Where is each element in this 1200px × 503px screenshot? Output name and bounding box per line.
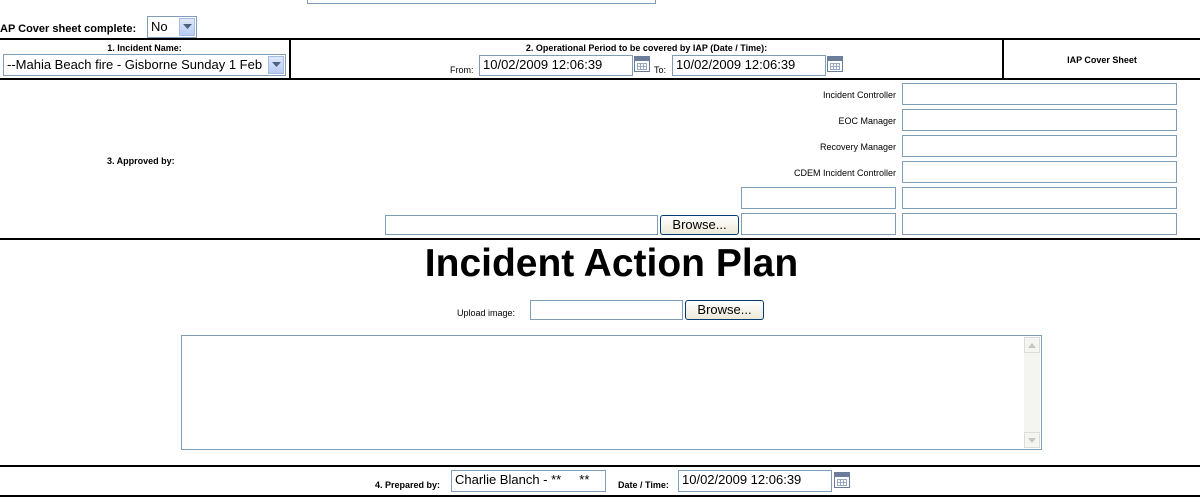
signature-browse-button[interactable]: Browse...	[660, 215, 739, 235]
incident-name-select[interactable]: --Mahia Beach fire - Gisborne Sunday 1 F…	[3, 54, 286, 76]
prepared-datetime-input[interactable]: 10/02/2009 12:06:39	[678, 470, 832, 492]
approved-by-label: 3. Approved by:	[107, 156, 175, 166]
datetime-label: Date / Time:	[618, 480, 669, 490]
plan-title: Incident Action Plan	[424, 242, 799, 285]
prepared-by-input[interactable]: Charlie Blanch - ** **	[451, 470, 606, 492]
chevron-down-icon	[268, 56, 284, 74]
from-datetime-input[interactable]: 10/02/2009 12:06:39	[479, 55, 633, 76]
extra-role-input-2[interactable]	[741, 213, 896, 235]
role-cdem-incident-controller: CDEM Incident Controller	[793, 168, 896, 178]
header-top-rule	[0, 38, 1200, 40]
upload-image-input[interactable]	[530, 300, 683, 320]
to-label: To:	[654, 65, 667, 75]
calendar-icon[interactable]	[827, 56, 843, 72]
upload-image-label: Upload image:	[457, 308, 516, 318]
incident-name-label: 1. Incident Name:	[107, 43, 182, 53]
cdem-incident-controller-input[interactable]	[902, 161, 1177, 183]
signature-file-input[interactable]	[385, 215, 658, 235]
from-label: From:	[450, 65, 474, 75]
chevron-down-icon	[179, 18, 195, 36]
scroll-up-icon[interactable]	[1024, 337, 1040, 353]
cover-complete-value: No	[151, 19, 168, 34]
plan-textarea-scrollbar[interactable]	[1024, 337, 1040, 448]
approved-bottom-rule	[0, 238, 1200, 240]
recovery-manager-input[interactable]	[902, 135, 1177, 157]
top-clipped-field[interactable]	[307, 0, 656, 4]
header-bottom-rule	[0, 78, 1200, 80]
extra-name-input-2[interactable]	[902, 213, 1177, 235]
role-eoc-manager: EOC Manager	[838, 116, 896, 126]
plan-textarea[interactable]	[181, 335, 1042, 450]
prepared-by-label: 4. Prepared by:	[375, 480, 441, 490]
role-recovery-manager: Recovery Manager	[819, 142, 896, 152]
incident-name-value: --Mahia Beach fire - Gisborne Sunday 1 F…	[7, 57, 263, 72]
extra-role-input[interactable]	[741, 187, 896, 209]
upload-browse-button[interactable]: Browse...	[685, 300, 764, 320]
op-period-label: 2. Operational Period to be covered by I…	[525, 43, 768, 53]
role-incident-controller: Incident Controller	[822, 90, 896, 100]
eoc-manager-input[interactable]	[902, 109, 1177, 131]
footer-bottom-rule	[0, 495, 1200, 497]
extra-name-input[interactable]	[902, 187, 1177, 209]
scroll-down-icon[interactable]	[1024, 432, 1040, 448]
calendar-icon[interactable]	[634, 56, 650, 72]
sheet-title: IAP Cover Sheet	[1067, 55, 1137, 65]
cover-complete-label: AP Cover sheet complete:	[0, 23, 137, 35]
cover-complete-select[interactable]: No	[147, 16, 197, 38]
footer-top-rule	[0, 465, 1200, 467]
to-datetime-input[interactable]: 10/02/2009 12:06:39	[672, 55, 826, 76]
calendar-icon[interactable]	[834, 472, 850, 488]
incident-controller-input[interactable]	[902, 83, 1177, 105]
